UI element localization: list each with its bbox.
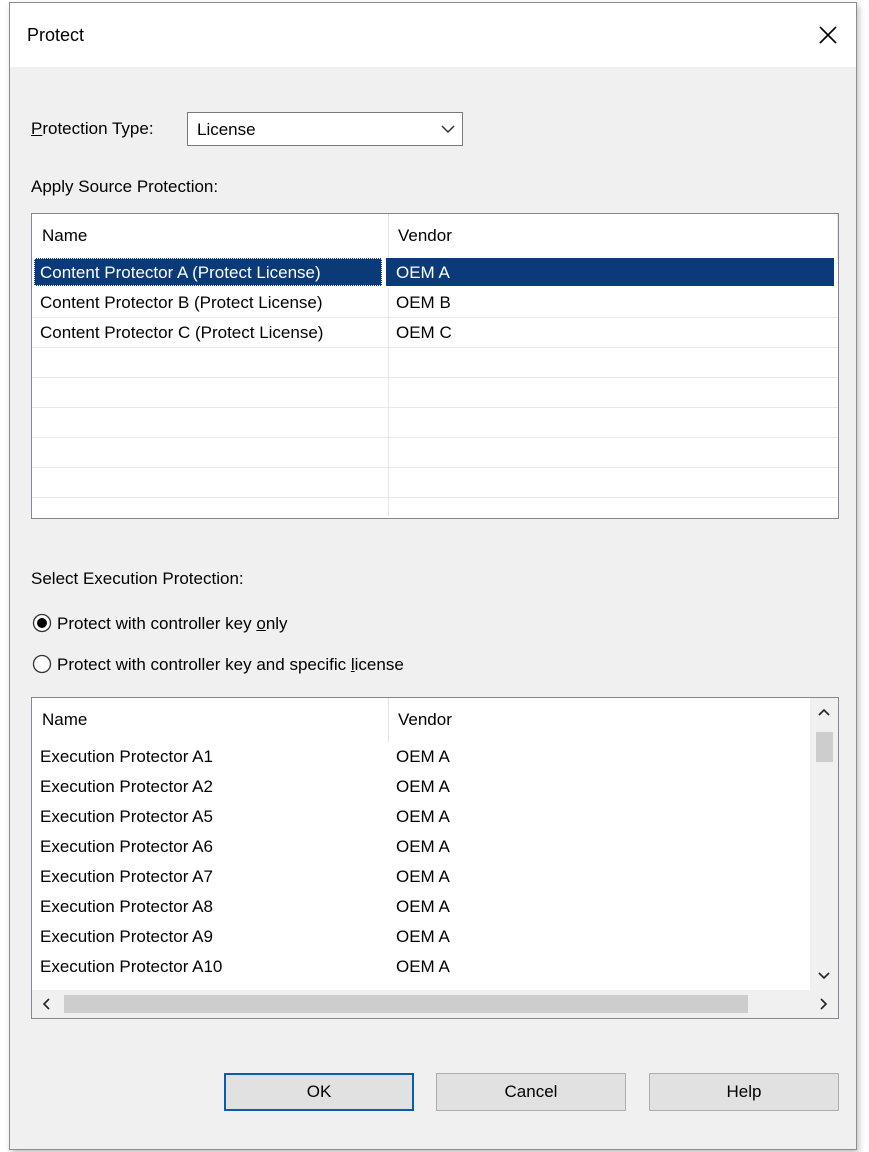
- list-row-selected[interactable]: Content Protector A (Protect License) OEM…: [32, 258, 838, 288]
- help-button[interactable]: Help: [649, 1073, 839, 1111]
- radio-label-controller-key-only: Protect with controller key only: [57, 614, 288, 633]
- grid-line: [32, 497, 838, 498]
- grid-line: [32, 437, 838, 438]
- list-row[interactable]: Content Protector C (Protect License) OEM…: [32, 318, 838, 348]
- list-row[interactable]: Content Protector B (Protect License) OEM…: [32, 288, 838, 318]
- cell-vendor: OEM C: [396, 323, 452, 342]
- horizontal-scroll-thumb[interactable]: [64, 995, 748, 1013]
- window-title: Protect: [27, 25, 85, 45]
- chevron-down-icon: [441, 125, 455, 134]
- grid-line: [32, 467, 838, 468]
- list-row[interactable]: Execution Protector A7 OEM A: [32, 862, 810, 892]
- radio-controller-key-only[interactable]: [32, 613, 52, 633]
- cell-vendor: OEM A: [396, 897, 450, 916]
- horizontal-scrollbar[interactable]: [32, 990, 838, 1018]
- cell-name: Execution Protector A1: [40, 747, 213, 766]
- cell-vendor: OEM B: [396, 293, 451, 312]
- list-row[interactable]: Execution Protector A5 OEM A: [32, 802, 810, 832]
- list-row[interactable]: Execution Protector A8 OEM A: [32, 892, 810, 922]
- list-row[interactable]: Execution Protector A2 OEM A: [32, 772, 810, 802]
- cell-vendor: OEM A: [396, 927, 450, 946]
- cell-vendor: OEM A: [396, 867, 450, 886]
- protect-dialog: Protect Protection Type: License Apply S…: [9, 2, 857, 1150]
- cell-vendor: OEM A: [396, 263, 450, 282]
- list-row[interactable]: Execution Protector A10 OEM A: [32, 952, 810, 982]
- cell-vendor: OEM A: [396, 777, 450, 796]
- cell-vendor: OEM A: [396, 957, 450, 976]
- cell-name: Execution Protector A2: [40, 777, 213, 796]
- vertical-scroll-thumb[interactable]: [816, 732, 833, 762]
- list-row[interactable]: Execution Protector A9 OEM A: [32, 922, 810, 952]
- column-header-vendor[interactable]: Vendor: [398, 226, 452, 246]
- ok-button[interactable]: OK: [224, 1073, 414, 1111]
- close-button[interactable]: [800, 3, 856, 67]
- cancel-button[interactable]: Cancel: [436, 1073, 626, 1111]
- column-header-name[interactable]: Name: [42, 226, 87, 246]
- protection-type-value: License: [197, 120, 256, 139]
- cell-name: Content Protector B (Protect License): [40, 293, 323, 312]
- cell-vendor: OEM A: [396, 837, 450, 856]
- chevron-up-icon: [818, 708, 830, 716]
- chevron-down-icon: [818, 972, 830, 980]
- column-divider[interactable]: [388, 214, 389, 258]
- cell-name: Execution Protector A5: [40, 807, 213, 826]
- execution-list-header: Name Vendor: [32, 698, 838, 742]
- scroll-right-button[interactable]: [810, 990, 838, 1018]
- ok-button-label: OK: [306, 1082, 332, 1101]
- radio-controller-key-and-license[interactable]: [32, 654, 52, 674]
- selection-highlight: [386, 258, 834, 286]
- cell-vendor: OEM A: [396, 747, 450, 766]
- protection-type-dropdown[interactable]: License: [187, 112, 463, 146]
- help-button-label: Help: [726, 1082, 762, 1101]
- vertical-scrollbar[interactable]: [810, 698, 838, 990]
- cell-name: Execution Protector A10: [40, 957, 223, 976]
- source-list-header: Name Vendor: [32, 214, 838, 258]
- cell-name: Execution Protector A7: [40, 867, 213, 886]
- column-header-name[interactable]: Name: [42, 710, 87, 730]
- close-icon: [819, 26, 837, 44]
- cell-name: Content Protector C (Protect License): [40, 323, 324, 342]
- column-header-vendor[interactable]: Vendor: [398, 710, 452, 730]
- source-protection-label: Apply Source Protection:: [31, 177, 219, 196]
- chevron-right-icon: [820, 998, 828, 1010]
- grid-line: [32, 377, 838, 378]
- column-divider[interactable]: [837, 214, 838, 258]
- radio-label-controller-key-and-license: Protect with controller key and specific…: [57, 655, 404, 674]
- source-protection-list[interactable]: Name Vendor Content Protector A (Protect…: [31, 213, 839, 519]
- scroll-up-button[interactable]: [810, 698, 838, 726]
- grid-line: [32, 407, 838, 408]
- execution-protection-list[interactable]: Name Vendor Execution Protector A1 OEM AE…: [31, 697, 839, 1019]
- cell-vendor: OEM A: [396, 807, 450, 826]
- list-row[interactable]: Execution Protector A6 OEM A: [32, 832, 810, 862]
- scroll-left-button[interactable]: [32, 990, 60, 1018]
- scroll-down-button[interactable]: [810, 962, 838, 990]
- cancel-button-label: Cancel: [504, 1082, 558, 1101]
- list-row[interactable]: Execution Protector A1 OEM A: [32, 742, 810, 772]
- column-divider[interactable]: [388, 698, 389, 742]
- chevron-left-icon: [42, 998, 50, 1010]
- cell-name: Content Protector A (Protect License): [40, 263, 321, 282]
- cell-name: Execution Protector A6: [40, 837, 213, 856]
- cell-name: Execution Protector A9: [40, 927, 213, 946]
- cell-name: Execution Protector A8: [40, 897, 213, 916]
- radio-dot: [37, 618, 47, 628]
- title-bar: Protect: [10, 3, 856, 67]
- execution-protection-label: Select Execution Protection:: [31, 569, 244, 588]
- protection-type-label: Protection Type:: [31, 119, 154, 138]
